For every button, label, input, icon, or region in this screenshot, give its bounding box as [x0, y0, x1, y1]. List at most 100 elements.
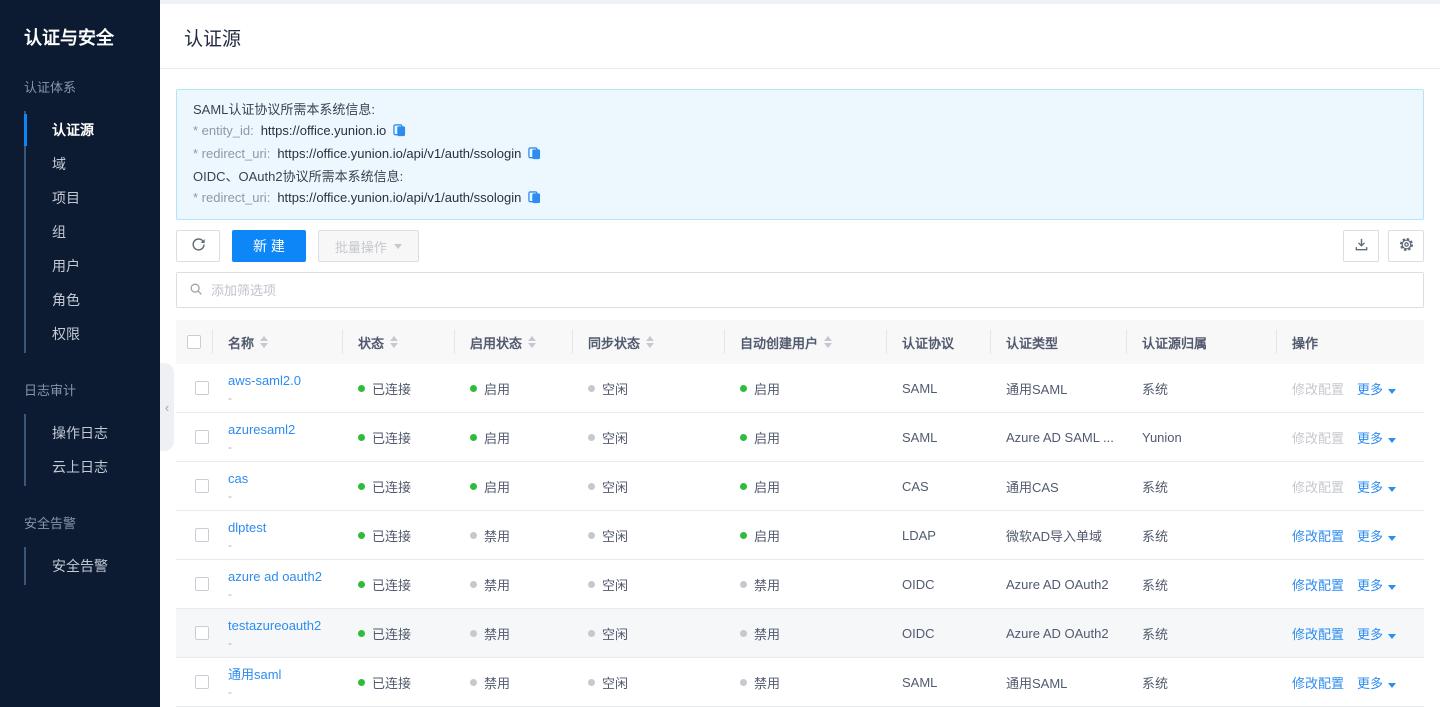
owner-cell: Yunion — [1126, 430, 1276, 445]
status-dot-icon — [588, 483, 595, 490]
chevron-down-icon — [394, 244, 402, 249]
more-actions-link[interactable]: 更多 — [1357, 676, 1396, 691]
sidebar-item[interactable]: 域 — [26, 147, 160, 181]
more-actions-link[interactable]: 更多 — [1357, 627, 1396, 642]
row-checkbox[interactable] — [195, 675, 209, 689]
sort-carets-icon[interactable] — [390, 336, 398, 348]
status-text: 空闲 — [602, 673, 628, 692]
status-cell: 已连接 — [342, 526, 454, 545]
column-header-name: 名称 — [212, 320, 342, 364]
status-dot-icon — [588, 630, 595, 637]
copy-icon[interactable] — [528, 145, 541, 166]
status-text: 禁用 — [484, 673, 510, 692]
edit-config-link[interactable]: 修改配置 — [1292, 627, 1344, 642]
more-actions-link[interactable]: 更多 — [1357, 578, 1396, 593]
sidebar-item-label: 域 — [52, 156, 66, 172]
sort-carets-icon[interactable] — [646, 336, 654, 348]
sidebar-item-label: 用户 — [52, 258, 80, 274]
sidebar-item[interactable]: 认证源 — [26, 113, 160, 147]
select-all-checkbox[interactable] — [187, 335, 201, 349]
status-text: 空闲 — [602, 477, 628, 496]
edit-config-link[interactable]: 修改配置 — [1292, 578, 1344, 593]
protocol-cell: SAML — [886, 430, 990, 445]
export-button[interactable] — [1343, 230, 1379, 262]
sidebar-item[interactable]: 用户 — [26, 249, 160, 283]
auto-create-cell: 禁用 — [724, 624, 886, 643]
sort-asc-icon — [528, 336, 536, 341]
copy-icon[interactable] — [528, 189, 541, 210]
more-actions-link[interactable]: 更多 — [1357, 480, 1396, 495]
sidebar-item[interactable]: 角色 — [26, 283, 160, 317]
status-dot-icon — [358, 483, 365, 490]
row-name-link[interactable]: aws-saml2.0 — [228, 373, 342, 388]
row-checkbox-cell — [176, 675, 212, 689]
enabled-status-cell: 启用 — [454, 379, 572, 398]
chevron-down-icon — [1388, 683, 1396, 688]
sidebar-item[interactable]: 项目 — [26, 181, 160, 215]
column-settings-button[interactable] — [1388, 230, 1424, 262]
edit-config-link[interactable]: 修改配置 — [1292, 382, 1344, 397]
sort-carets-icon[interactable] — [528, 336, 536, 348]
row-name-link[interactable]: cas — [228, 471, 342, 486]
more-actions-label: 更多 — [1357, 382, 1383, 397]
filter-search-bar[interactable] — [176, 272, 1424, 308]
info-key: * redirect_uri: — [193, 146, 270, 161]
more-actions-link[interactable]: 更多 — [1357, 431, 1396, 446]
enabled-status-cell: 禁用 — [454, 624, 572, 643]
row-checkbox[interactable] — [195, 577, 209, 591]
sidebar-group: 安全告警 — [24, 547, 160, 585]
copy-icon[interactable] — [393, 122, 406, 143]
edit-config-link[interactable]: 修改配置 — [1292, 529, 1344, 544]
info-line: * entity_id:https://office.yunion.io — [193, 120, 1407, 143]
sort-carets-icon[interactable] — [824, 336, 832, 348]
row-name-link[interactable]: 通用saml — [228, 667, 342, 682]
status-text: 空闲 — [602, 379, 628, 398]
refresh-button[interactable] — [176, 230, 220, 262]
edit-config-link[interactable]: 修改配置 — [1292, 431, 1344, 446]
more-actions-link[interactable]: 更多 — [1357, 529, 1396, 544]
row-checkbox[interactable] — [195, 528, 209, 542]
status-dot-icon — [358, 630, 365, 637]
enabled-status-cell: 禁用 — [454, 673, 572, 692]
sidebar-item[interactable]: 云上日志 — [26, 450, 160, 484]
edit-config-link[interactable]: 修改配置 — [1292, 676, 1344, 691]
row-checkbox[interactable] — [195, 381, 209, 395]
row-name-link[interactable]: dlptest — [228, 520, 342, 535]
batch-actions-label: 批量操作 — [335, 237, 387, 256]
protocol-cell: LDAP — [886, 528, 990, 543]
status-dot-icon — [740, 581, 747, 588]
row-checkbox[interactable] — [195, 430, 209, 444]
more-actions-link[interactable]: 更多 — [1357, 382, 1396, 397]
sidebar-item[interactable]: 安全告警 — [26, 549, 160, 583]
row-name-link[interactable]: azure ad oauth2 — [228, 569, 342, 584]
row-name-subtext: - — [228, 490, 342, 502]
row-name-link[interactable]: azuresaml2 — [228, 422, 342, 437]
page-header: 认证源 — [160, 4, 1440, 69]
sidebar-collapse-handle[interactable]: ‹ — [160, 363, 174, 451]
name-cell: cas - — [212, 471, 342, 502]
sidebar-section: 认证体系认证源域项目组用户角色权限 — [0, 77, 160, 353]
protocol-cell: SAML — [886, 381, 990, 396]
row-name-link[interactable]: testazureoauth2 — [228, 618, 342, 633]
sidebar-item-label: 组 — [52, 224, 66, 240]
search-input[interactable] — [211, 283, 1411, 298]
sidebar-item[interactable]: 权限 — [26, 317, 160, 351]
batch-actions-button[interactable]: 批量操作 — [318, 230, 419, 262]
status-text: 禁用 — [484, 624, 510, 643]
status-text: 已连接 — [372, 477, 411, 496]
chevron-down-icon — [1388, 536, 1396, 541]
sidebar-group: 操作日志云上日志 — [24, 414, 160, 486]
sort-carets-icon[interactable] — [260, 336, 268, 348]
row-checkbox[interactable] — [195, 479, 209, 493]
create-button[interactable]: 新 建 — [232, 230, 306, 262]
row-checkbox[interactable] — [195, 626, 209, 640]
status-dot-icon — [588, 532, 595, 539]
sidebar-item[interactable]: 操作日志 — [26, 416, 160, 450]
column-header-label: 自动创建用户 — [740, 333, 818, 352]
edit-config-link[interactable]: 修改配置 — [1292, 480, 1344, 495]
sidebar-item[interactable]: 组 — [26, 215, 160, 249]
column-header-owner: 认证源归属 — [1126, 320, 1276, 364]
status-text: 禁用 — [754, 575, 780, 594]
status-text: 已连接 — [372, 673, 411, 692]
status-dot-icon — [470, 679, 477, 686]
